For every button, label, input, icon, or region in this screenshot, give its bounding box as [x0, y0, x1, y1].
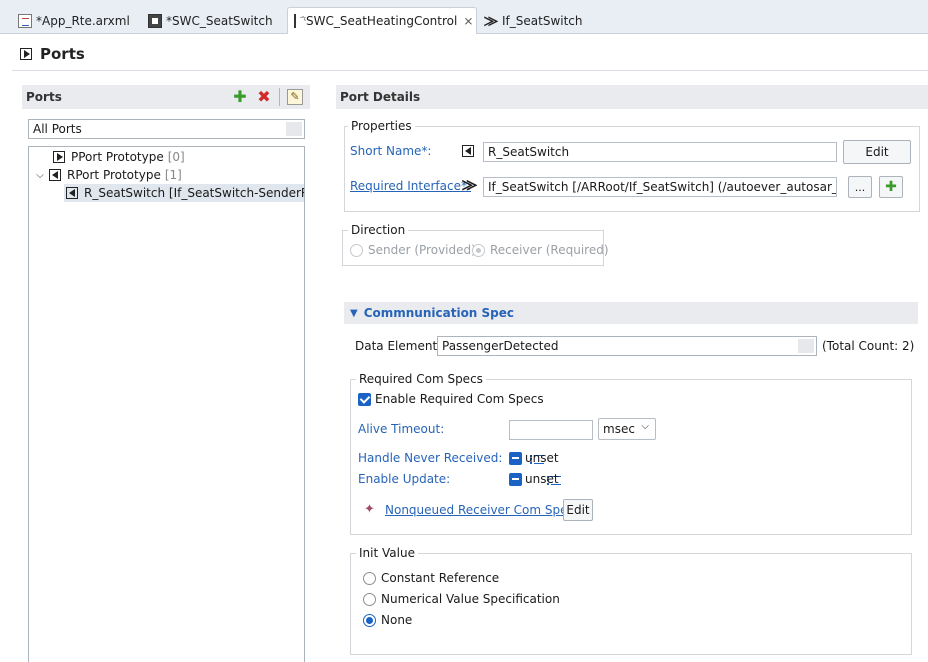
- rport-icon: [49, 169, 61, 181]
- com-spec-icon: ✦: [364, 502, 375, 517]
- unset-checkbox-icon: [509, 451, 522, 465]
- ports-section-title: Ports: [26, 90, 62, 104]
- interface-icon: ⨠: [462, 178, 478, 193]
- editor-title: Ports: [20, 44, 85, 64]
- unit-value: msec: [603, 422, 635, 436]
- radio-label: Sender (Provided): [368, 243, 476, 257]
- direction-receiver-radio[interactable]: Receiver (Required): [472, 243, 609, 257]
- data-elements-combo[interactable]: PassengerDetected: [437, 336, 817, 356]
- short-name-edit-button[interactable]: Edit: [843, 140, 911, 164]
- enable-required-com-specs-checkbox[interactable]: Enable Required Com Specs: [358, 392, 544, 406]
- tab-label: *SWC_SeatHeatingControl: [300, 14, 458, 28]
- combo-arrow: [286, 122, 302, 136]
- required-interface-link[interactable]: Required Interface*:: [350, 179, 471, 193]
- radio-label: Receiver (Required): [490, 243, 609, 257]
- arxml-file-icon: [18, 14, 32, 28]
- delete-port-icon[interactable]: ✖: [256, 89, 272, 105]
- combo-arrow: [798, 339, 814, 353]
- chevron-down-icon[interactable]: ⌵: [35, 170, 45, 181]
- short-name-value: R_SeatSwitch: [488, 145, 570, 159]
- tree-item-pport[interactable]: PPort Prototype [0]: [39, 148, 185, 166]
- plus-icon: ✚: [885, 179, 897, 195]
- tree-item-rport[interactable]: ⌵ RPort Prototype [1]: [35, 166, 182, 184]
- tree-item-r-seatswitch[interactable]: R_SeatSwitch [If_SeatSwitch-SenderReceiv…: [64, 184, 304, 202]
- toolbar-separator: [279, 88, 280, 106]
- init-numerical-value-radio[interactable]: Numerical Value Specification: [363, 592, 560, 606]
- swc-component-icon: [294, 14, 304, 28]
- unset-checkbox-icon: [509, 472, 522, 486]
- required-interface-value: If_SeatSwitch [/ARRoot/If_SeatSwitch] (/…: [488, 180, 837, 194]
- tree-item-label: R_SeatSwitch [If_SeatSwitch-SenderReceiv…: [84, 186, 304, 200]
- radio-icon: [363, 592, 376, 606]
- short-name-input[interactable]: R_SeatSwitch: [483, 142, 837, 162]
- tree-item-count: [1]: [164, 168, 182, 182]
- browse-interface-button[interactable]: ...: [848, 176, 872, 198]
- chevron-down-icon: ▼: [350, 307, 358, 319]
- rport-icon: [462, 145, 474, 157]
- enable-update-toggle[interactable]: unset: [509, 472, 559, 486]
- tab-swc-seatheatingcontrol[interactable]: *SWC_SeatHeatingControl ⨯: [287, 7, 477, 34]
- port-details-title: Port Details: [340, 90, 421, 104]
- tab-swc-seatswitch[interactable]: *SWC_SeatSwitch: [142, 8, 282, 34]
- required-com-specs-legend: Required Com Specs: [356, 372, 486, 386]
- data-elements-value: PassengerDetected: [442, 339, 559, 353]
- checkbox-label: Enable Required Com Specs: [375, 392, 544, 406]
- alive-timeout-input[interactable]: [509, 420, 593, 440]
- port-icon: [20, 48, 32, 60]
- port-filter-combo[interactable]: All Ports: [28, 119, 305, 139]
- pport-icon: [53, 151, 65, 163]
- alive-timeout-label: Alive Timeout:: [358, 422, 445, 436]
- interface-icon: ⨠: [484, 14, 499, 28]
- tab-label: If_SeatSwitch: [502, 14, 583, 28]
- swc-component-icon: [148, 14, 162, 28]
- enable-update-value: unset: [525, 472, 559, 486]
- tab-if-seatswitch[interactable]: ⨠ If_SeatSwitch: [478, 8, 598, 34]
- tree-item-count: [0]: [167, 150, 185, 164]
- port-filter-value: All Ports: [33, 122, 82, 136]
- alive-timeout-unit-select[interactable]: msec ⌵: [598, 418, 656, 440]
- enable-update-label: Enable Update:: [358, 472, 451, 486]
- tab-app-rte[interactable]: *App_Rte.arxml: [12, 8, 140, 34]
- comm-spec-header[interactable]: ▼ Commnunication Spec: [344, 302, 918, 324]
- direction-sender-radio[interactable]: Sender (Provided): [350, 243, 476, 257]
- edit-port-icon[interactable]: ✎: [287, 89, 303, 105]
- init-none-radio[interactable]: None: [363, 613, 412, 627]
- editor-title-text: Ports: [40, 45, 85, 63]
- tab-label: *App_Rte.arxml: [36, 14, 130, 28]
- comm-spec-title: Commnunication Spec: [363, 306, 515, 320]
- checkbox-checked-icon: [358, 392, 371, 406]
- short-name-label: Short Name*:: [350, 144, 432, 158]
- nonqueued-edit-button[interactable]: Edit: [563, 499, 593, 521]
- handle-never-received-label: Handle Never Received:: [358, 451, 503, 465]
- direction-legend: Direction: [348, 223, 409, 237]
- rport-icon: [66, 187, 78, 199]
- ports-tree[interactable]: PPort Prototype [0] ⌵ RPort Prototype [1…: [28, 146, 305, 662]
- chevron-down-icon: ⌵: [641, 421, 649, 432]
- handle-never-received-value: unset: [525, 451, 559, 465]
- radio-label: None: [381, 613, 413, 627]
- tab-label: *SWC_SeatSwitch: [166, 14, 273, 28]
- radio-label: Constant Reference: [381, 571, 500, 585]
- radio-label: Numerical Value Specification: [381, 592, 560, 606]
- tree-item-label: RPort Prototype: [67, 168, 161, 182]
- tree-item-label: PPort Prototype: [71, 150, 164, 164]
- properties-group: [344, 126, 920, 212]
- init-constant-reference-radio[interactable]: Constant Reference: [363, 571, 499, 585]
- close-icon[interactable]: ⨯: [463, 14, 473, 28]
- data-elements-label: Data Elements: [355, 339, 444, 353]
- port-details-header: Port Details: [336, 85, 928, 109]
- radio-icon: [350, 243, 363, 257]
- header-divider: [12, 70, 928, 71]
- radio-icon: [363, 571, 376, 585]
- radio-selected-icon: [363, 613, 376, 627]
- properties-legend: Properties: [348, 119, 415, 133]
- add-port-icon[interactable]: ✚: [232, 89, 248, 105]
- radio-icon: [472, 243, 485, 257]
- add-interface-button[interactable]: ✚: [879, 176, 903, 198]
- required-interface-input[interactable]: If_SeatSwitch [/ARRoot/If_SeatSwitch] (/…: [483, 177, 837, 197]
- handle-never-received-toggle[interactable]: unset: [509, 451, 559, 465]
- nonqueued-receiver-com-spec-link[interactable]: Nonqueued Receiver Com Spec: [385, 503, 574, 517]
- data-elements-total: (Total Count: 2): [822, 339, 915, 353]
- init-value-legend: Init Value: [356, 546, 418, 560]
